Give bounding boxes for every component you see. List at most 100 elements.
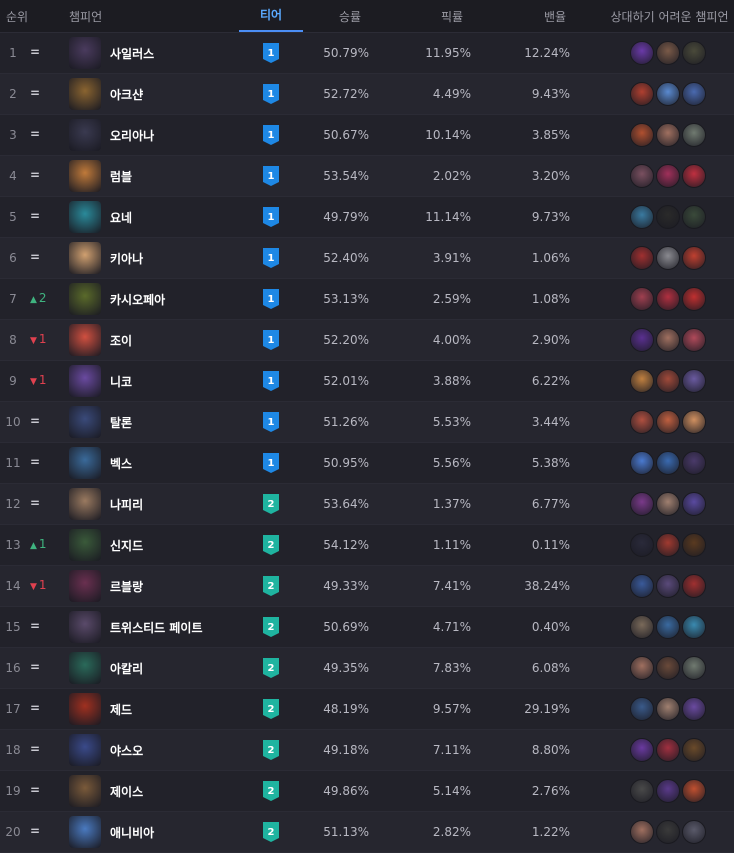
counter-champion-icon[interactable]	[656, 82, 680, 106]
counter-champion-icon[interactable]	[630, 246, 654, 270]
champion-portrait[interactable]	[69, 283, 101, 315]
champion-name[interactable]: 키아나	[110, 250, 143, 267]
champion-portrait[interactable]	[69, 652, 101, 684]
header-rank[interactable]: 순위	[6, 8, 28, 25]
table-row[interactable]: 20 = 애니비아 2 51.13% 2.82% 1.22%	[0, 812, 734, 853]
counter-champion-icon[interactable]	[656, 287, 680, 311]
counter-champion-icon[interactable]	[682, 82, 706, 106]
champion-portrait[interactable]	[69, 775, 101, 807]
table-row[interactable]: 15 = 트위스티드 페이트 2 50.69% 4.71% 0.40%	[0, 607, 734, 648]
table-row[interactable]: 9 ▼ 1 니코 1 52.01% 3.88% 6.22%	[0, 361, 734, 402]
counter-champion-icon[interactable]	[656, 246, 680, 270]
counter-champion-icon[interactable]	[682, 820, 706, 844]
counter-champion-icon[interactable]	[682, 164, 706, 188]
counter-champion-icon[interactable]	[630, 410, 654, 434]
counter-champion-icon[interactable]	[656, 656, 680, 680]
counter-champion-icon[interactable]	[682, 574, 706, 598]
counter-champion-icon[interactable]	[656, 492, 680, 516]
champion-name[interactable]: 조이	[110, 332, 132, 349]
champion-portrait[interactable]	[69, 242, 101, 274]
champion-name[interactable]: 요네	[110, 209, 132, 226]
counter-champion-icon[interactable]	[630, 205, 654, 229]
champion-portrait[interactable]	[69, 611, 101, 643]
counter-champion-icon[interactable]	[630, 164, 654, 188]
counter-champion-icon[interactable]	[682, 328, 706, 352]
champion-name[interactable]: 아칼리	[110, 660, 143, 677]
table-row[interactable]: 7 ▲ 2 카시오페아 1 53.13% 2.59% 1.08%	[0, 279, 734, 320]
counter-champion-icon[interactable]	[682, 246, 706, 270]
table-row[interactable]: 5 = 요네 1 49.79% 11.14% 9.73%	[0, 197, 734, 238]
champion-portrait[interactable]	[69, 78, 101, 110]
champion-name[interactable]: 아크샨	[110, 86, 143, 103]
header-win-rate[interactable]: 승률	[330, 8, 370, 25]
table-row[interactable]: 3 = 오리아나 1 50.67% 10.14% 3.85%	[0, 115, 734, 156]
champion-name[interactable]: 신지드	[110, 537, 143, 554]
counter-champion-icon[interactable]	[682, 41, 706, 65]
counter-champion-icon[interactable]	[656, 820, 680, 844]
table-row[interactable]: 17 = 제드 2 48.19% 9.57% 29.19%	[0, 689, 734, 730]
table-row[interactable]: 11 = 벡스 1 50.95% 5.56% 5.38%	[0, 443, 734, 484]
champion-portrait[interactable]	[69, 365, 101, 397]
counter-champion-icon[interactable]	[656, 41, 680, 65]
champion-name[interactable]: 애니비아	[110, 824, 154, 841]
header-pick-rate[interactable]: 픽률	[432, 8, 472, 25]
counter-champion-icon[interactable]	[630, 492, 654, 516]
counter-champion-icon[interactable]	[630, 697, 654, 721]
counter-champion-icon[interactable]	[682, 697, 706, 721]
champion-name[interactable]: 야스오	[110, 742, 143, 759]
counter-champion-icon[interactable]	[656, 205, 680, 229]
counter-champion-icon[interactable]	[656, 779, 680, 803]
table-row[interactable]: 6 = 키아나 1 52.40% 3.91% 1.06%	[0, 238, 734, 279]
counter-champion-icon[interactable]	[630, 533, 654, 557]
table-row[interactable]: 8 ▼ 1 조이 1 52.20% 4.00% 2.90%	[0, 320, 734, 361]
table-row[interactable]: 16 = 아칼리 2 49.35% 7.83% 6.08%	[0, 648, 734, 689]
header-champion[interactable]: 챔피언	[69, 8, 102, 25]
table-row[interactable]: 12 = 나피리 2 53.64% 1.37% 6.77%	[0, 484, 734, 525]
table-row[interactable]: 19 = 제이스 2 49.86% 5.14% 2.76%	[0, 771, 734, 812]
table-row[interactable]: 2 = 아크샨 1 52.72% 4.49% 9.43%	[0, 74, 734, 115]
counter-champion-icon[interactable]	[682, 738, 706, 762]
champion-portrait[interactable]	[69, 160, 101, 192]
counter-champion-icon[interactable]	[682, 615, 706, 639]
counter-champion-icon[interactable]	[630, 82, 654, 106]
counter-champion-icon[interactable]	[682, 656, 706, 680]
counter-champion-icon[interactable]	[630, 615, 654, 639]
counter-champion-icon[interactable]	[682, 410, 706, 434]
champion-name[interactable]: 럼블	[110, 168, 132, 185]
counter-champion-icon[interactable]	[656, 123, 680, 147]
counter-champion-icon[interactable]	[630, 287, 654, 311]
champion-portrait[interactable]	[69, 734, 101, 766]
counter-champion-icon[interactable]	[682, 205, 706, 229]
champion-portrait[interactable]	[69, 201, 101, 233]
counter-champion-icon[interactable]	[656, 533, 680, 557]
champion-name[interactable]: 르블랑	[110, 578, 143, 595]
champion-name[interactable]: 제이스	[110, 783, 143, 800]
table-row[interactable]: 1 = 사일러스 1 50.79% 11.95% 12.24%	[0, 33, 734, 74]
table-row[interactable]: 4 = 럼블 1 53.54% 2.02% 3.20%	[0, 156, 734, 197]
counter-champion-icon[interactable]	[630, 738, 654, 762]
champion-portrait[interactable]	[69, 324, 101, 356]
counter-champion-icon[interactable]	[630, 451, 654, 475]
champion-portrait[interactable]	[69, 119, 101, 151]
counter-champion-icon[interactable]	[630, 41, 654, 65]
counter-champion-icon[interactable]	[656, 738, 680, 762]
champion-name[interactable]: 니코	[110, 373, 132, 390]
counter-champion-icon[interactable]	[682, 779, 706, 803]
table-row[interactable]: 18 = 야스오 2 49.18% 7.11% 8.80%	[0, 730, 734, 771]
counter-champion-icon[interactable]	[656, 369, 680, 393]
counter-champion-icon[interactable]	[656, 697, 680, 721]
champion-portrait[interactable]	[69, 37, 101, 69]
counter-champion-icon[interactable]	[630, 369, 654, 393]
champion-name[interactable]: 제드	[110, 701, 132, 718]
header-tier-sorted[interactable]: 티어	[239, 0, 303, 32]
counter-champion-icon[interactable]	[630, 574, 654, 598]
counter-champion-icon[interactable]	[682, 533, 706, 557]
counter-champion-icon[interactable]	[682, 451, 706, 475]
counter-champion-icon[interactable]	[682, 287, 706, 311]
counter-champion-icon[interactable]	[656, 451, 680, 475]
counter-champion-icon[interactable]	[656, 615, 680, 639]
counter-champion-icon[interactable]	[630, 328, 654, 352]
header-ban-rate[interactable]: 밴율	[535, 8, 575, 25]
champion-portrait[interactable]	[69, 693, 101, 725]
counter-champion-icon[interactable]	[630, 123, 654, 147]
